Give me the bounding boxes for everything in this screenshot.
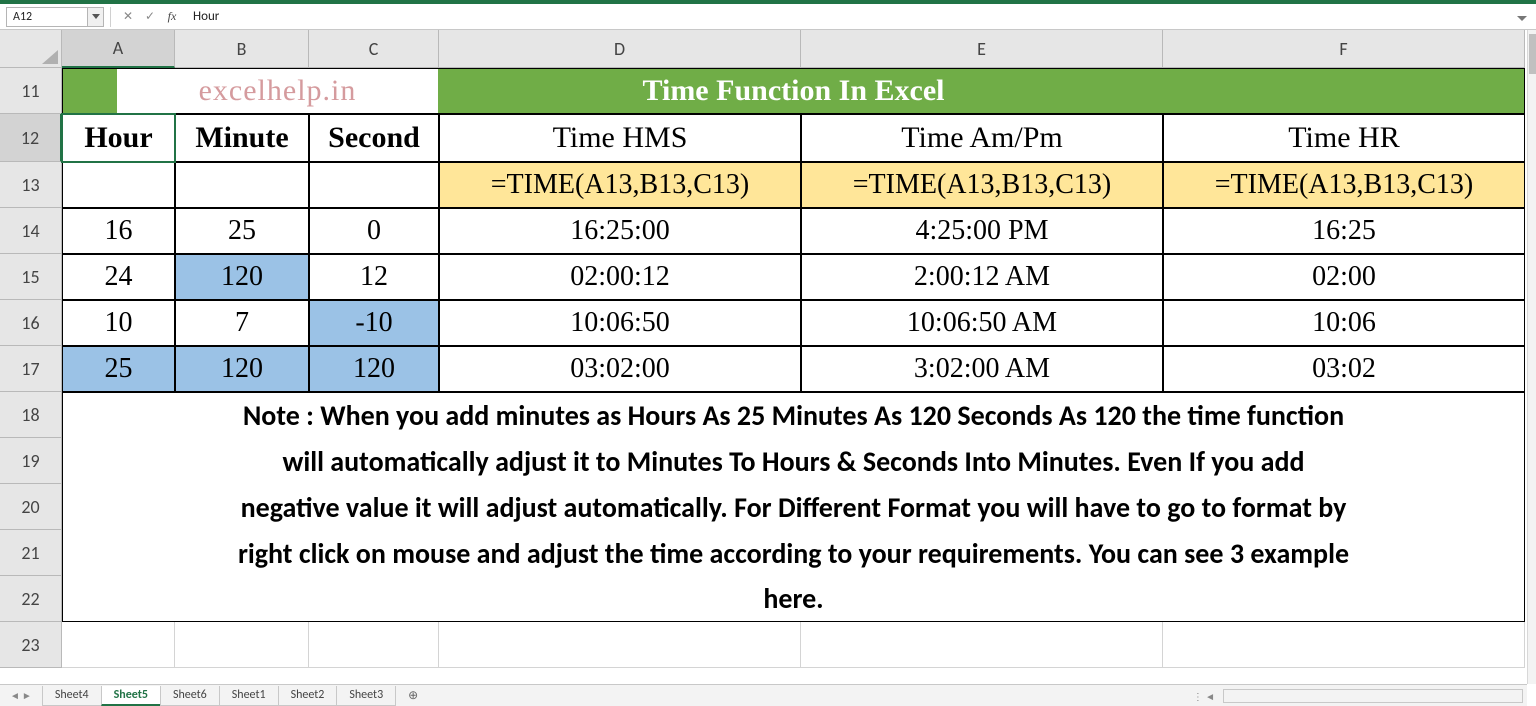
cell-note-18[interactable]: Note : When you add minutes as Hours As … — [62, 392, 1525, 438]
sheet-tabs: Sheet4Sheet5Sheet6Sheet1Sheet2Sheet3 — [42, 686, 395, 706]
cell-D13[interactable]: =TIME(A13,B13,C13) — [439, 162, 801, 208]
row-header-16[interactable]: 16 — [0, 300, 62, 346]
cell-C23[interactable] — [309, 622, 439, 668]
name-box-dropdown[interactable] — [88, 7, 104, 27]
cell-A23[interactable] — [62, 622, 175, 668]
row-header-23[interactable]: 23 — [0, 622, 62, 668]
cell-A13[interactable] — [62, 162, 175, 208]
cell-E17[interactable]: 3:02:00 AM — [801, 346, 1163, 392]
column-headers: ABCDEF — [62, 30, 1527, 68]
hscroll-divider-icon[interactable]: ⋮ ◄ — [1193, 690, 1215, 702]
row-header-19[interactable]: 19 — [0, 438, 62, 484]
cell-B16[interactable]: 7 — [175, 300, 309, 346]
cell-A17[interactable]: 25 — [62, 346, 175, 392]
formula-bar-input[interactable]: Hour — [183, 9, 1512, 24]
cell-E13[interactable]: =TIME(A13,B13,C13) — [801, 162, 1163, 208]
name-box-value: A12 — [13, 10, 32, 24]
cell-B14[interactable]: 25 — [175, 208, 309, 254]
cell-C17[interactable]: 120 — [309, 346, 439, 392]
cell-A14[interactable]: 16 — [62, 208, 175, 254]
cell-header-C[interactable]: Second — [309, 114, 439, 162]
sheet-nav-next-icon[interactable]: ► — [22, 689, 32, 702]
cell-note-22[interactable]: here. — [62, 576, 1525, 622]
spreadsheet-area: ABCDEF 11121314151617181920212223 excelh… — [0, 30, 1527, 684]
cell-C16[interactable]: -10 — [309, 300, 439, 346]
sheet-tab-sheet1[interactable]: Sheet1 — [219, 686, 279, 706]
column-header-E[interactable]: E — [801, 30, 1163, 68]
row-header-18[interactable]: 18 — [0, 392, 62, 438]
row-header-12[interactable]: 12 — [0, 114, 62, 162]
cell-C14[interactable]: 0 — [309, 208, 439, 254]
cell-F17[interactable]: 03:02 — [1163, 346, 1525, 392]
horizontal-scrollbar[interactable] — [1223, 689, 1523, 703]
row-headers: 11121314151617181920212223 — [0, 68, 62, 684]
row-header-17[interactable]: 17 — [0, 346, 62, 392]
cell-note-20[interactable]: negative value it will adjust automatica… — [62, 484, 1525, 530]
cell-B13[interactable] — [175, 162, 309, 208]
sheet-tab-sheet6[interactable]: Sheet6 — [160, 686, 220, 706]
cell-D16[interactable]: 10:06:50 — [439, 300, 801, 346]
column-header-A[interactable]: A — [62, 30, 175, 68]
select-all-corner[interactable] — [0, 30, 62, 68]
cell-header-F[interactable]: Time HR — [1163, 114, 1525, 162]
cell-F14[interactable]: 16:25 — [1163, 208, 1525, 254]
column-header-C[interactable]: C — [309, 30, 439, 68]
column-header-D[interactable]: D — [439, 30, 801, 68]
cell-C13[interactable] — [309, 162, 439, 208]
row-header-11[interactable]: 11 — [0, 68, 62, 114]
row-header-22[interactable]: 22 — [0, 576, 62, 622]
separator — [110, 7, 111, 27]
cell-header-B[interactable]: Minute — [175, 114, 309, 162]
sheet-tab-sheet2[interactable]: Sheet2 — [278, 686, 338, 706]
formula-bar: A12 ✕ ✓ fx Hour — [0, 4, 1536, 30]
fx-icon[interactable]: fx — [161, 7, 183, 27]
cell-E15[interactable]: 2:00:12 AM — [801, 254, 1163, 300]
cell-A15[interactable]: 24 — [62, 254, 175, 300]
row-header-21[interactable]: 21 — [0, 530, 62, 576]
cell-C15[interactable]: 12 — [309, 254, 439, 300]
sheet-nav[interactable]: ◄ ► — [0, 689, 42, 702]
sheet-tab-sheet3[interactable]: Sheet3 — [336, 686, 396, 706]
row-header-13[interactable]: 13 — [0, 162, 62, 208]
cell-F15[interactable]: 02:00 — [1163, 254, 1525, 300]
sheet-nav-prev-icon[interactable]: ◄ — [10, 689, 20, 702]
cell-B17[interactable]: 120 — [175, 346, 309, 392]
cell-E23[interactable] — [801, 622, 1163, 668]
cell-B23[interactable] — [175, 622, 309, 668]
cell-E16[interactable]: 10:06:50 AM — [801, 300, 1163, 346]
column-header-B[interactable]: B — [175, 30, 309, 68]
cell-F13[interactable]: =TIME(A13,B13,C13) — [1163, 162, 1525, 208]
sheet-tab-sheet5[interactable]: Sheet5 — [101, 686, 161, 706]
row-header-15[interactable]: 15 — [0, 254, 62, 300]
cancel-icon[interactable]: ✕ — [117, 7, 139, 27]
cell-note-21[interactable]: right click on mouse and adjust the time… — [62, 530, 1525, 576]
cell-B15[interactable]: 120 — [175, 254, 309, 300]
cell-E14[interactable]: 4:25:00 PM — [801, 208, 1163, 254]
row-header-14[interactable]: 14 — [0, 208, 62, 254]
cell-header-E[interactable]: Time Am/Pm — [801, 114, 1163, 162]
cell-F16[interactable]: 10:06 — [1163, 300, 1525, 346]
column-header-F[interactable]: F — [1163, 30, 1525, 68]
vertical-scrollbar[interactable] — [1527, 30, 1536, 684]
enter-icon[interactable]: ✓ — [139, 7, 161, 27]
expand-formula-bar-icon[interactable] — [1512, 7, 1532, 27]
cell-D15[interactable]: 02:00:12 — [439, 254, 801, 300]
cell-header-D[interactable]: Time HMS — [439, 114, 801, 162]
cell-D14[interactable]: 16:25:00 — [439, 208, 801, 254]
cell-D17[interactable]: 03:02:00 — [439, 346, 801, 392]
cell-A16[interactable]: 10 — [62, 300, 175, 346]
cell-note-19[interactable]: will automatically adjust it to Minutes … — [62, 438, 1525, 484]
cell-header-A[interactable]: Hour — [62, 114, 175, 162]
sheet-tab-sheet4[interactable]: Sheet4 — [42, 686, 102, 706]
row-header-20[interactable]: 20 — [0, 484, 62, 530]
cell-watermark[interactable]: excelhelp.in — [117, 69, 438, 113]
sheet-tab-bar: ◄ ► Sheet4Sheet5Sheet6Sheet1Sheet2Sheet3… — [0, 684, 1527, 706]
cell-D23[interactable] — [439, 622, 801, 668]
vertical-scrollbar-thumb[interactable] — [1529, 34, 1536, 74]
cell-F23[interactable] — [1163, 622, 1525, 668]
add-sheet-button[interactable]: ⊕ — [403, 688, 423, 703]
name-box[interactable]: A12 — [6, 7, 88, 27]
